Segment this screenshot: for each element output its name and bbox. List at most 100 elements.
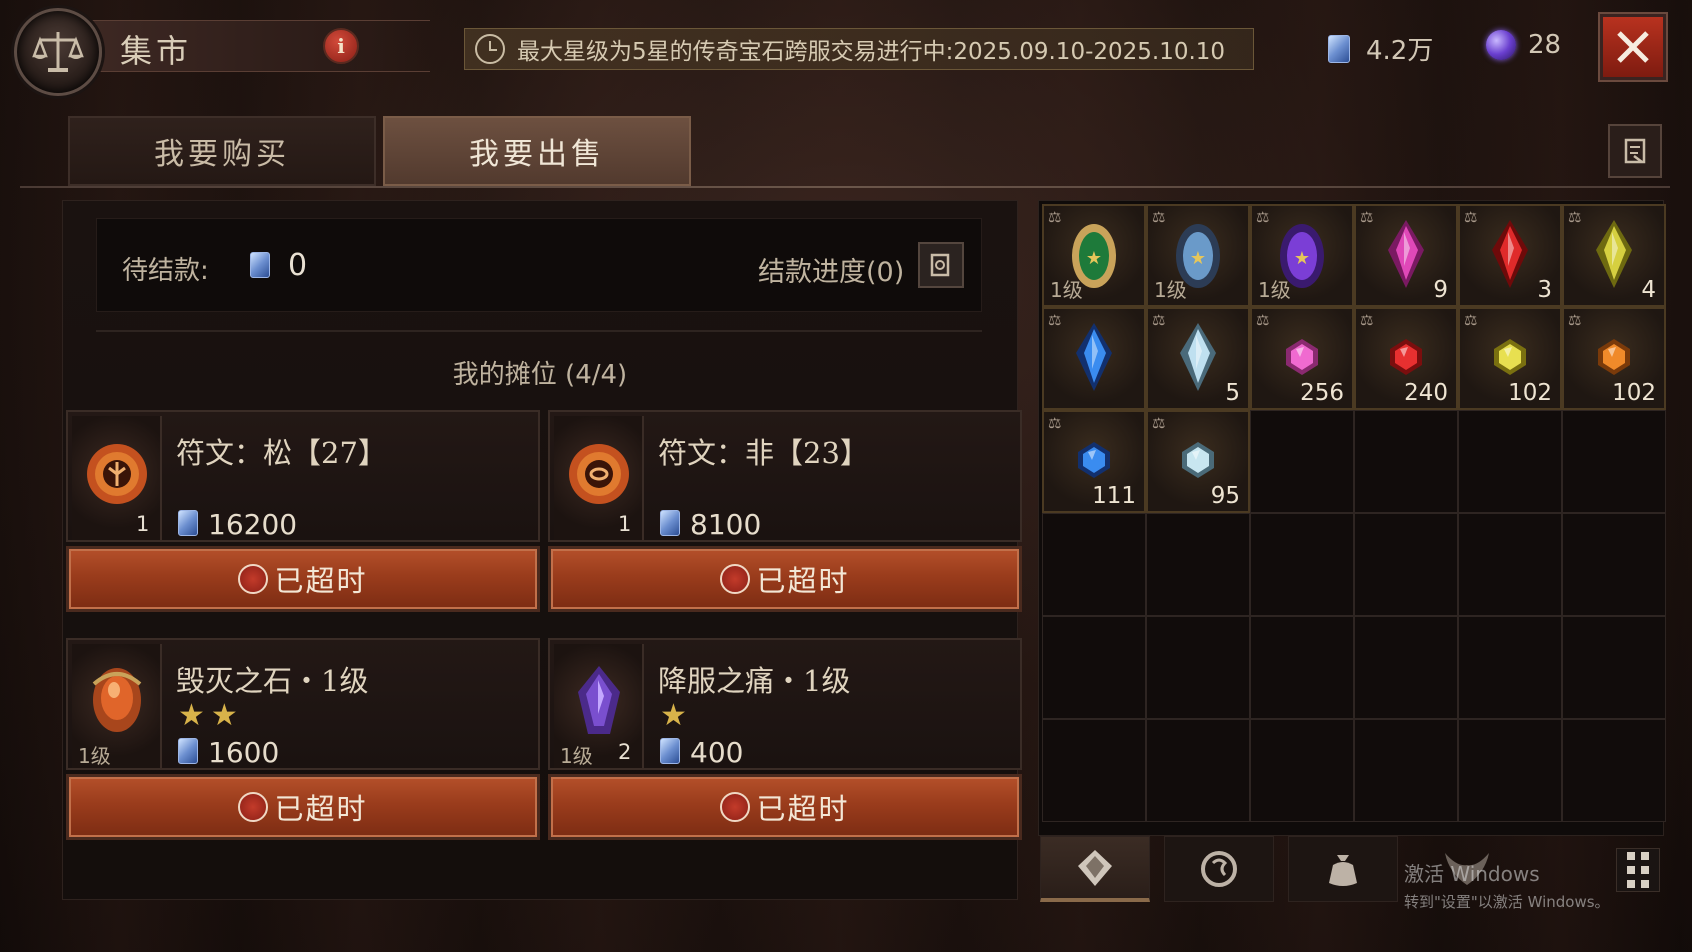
tradeable-icon: ⚖	[1256, 311, 1270, 329]
stall-card[interactable]: 1 符文：非【23】 8100	[548, 410, 1022, 542]
tradeable-icon: ⚖	[1568, 208, 1582, 226]
records-button[interactable]	[1608, 124, 1662, 178]
clock-icon	[475, 34, 505, 64]
orb-amount: 28	[1528, 30, 1562, 60]
item-quantity: 2	[618, 740, 632, 764]
inventory-slot-empty[interactable]	[1146, 719, 1250, 822]
item-count: 3	[1537, 277, 1552, 303]
grid-dot	[1627, 852, 1635, 860]
bag-category-tab[interactable]	[1288, 836, 1398, 902]
item-level: 1级	[1154, 278, 1187, 302]
bag-category-icon	[1329, 855, 1357, 886]
item-count: 256	[1300, 380, 1344, 406]
info-button[interactable]: i	[323, 28, 359, 64]
inventory-slot-empty[interactable]	[1458, 719, 1562, 822]
inventory-slot-pink-crystal[interactable]: ⚖ 9	[1354, 204, 1458, 307]
grid-dot	[1627, 880, 1635, 888]
platinum-icon	[250, 252, 270, 278]
inventory-slot-empty[interactable]	[1042, 513, 1146, 616]
inventory-slot-legendary-purple[interactable]: ⚖ ★ 1级	[1250, 204, 1354, 307]
tradeable-icon: ⚖	[1568, 311, 1582, 329]
item-count: 95	[1210, 483, 1240, 509]
stall-card[interactable]: 1级 毁灭之石・1级 ★★ 1600	[66, 638, 540, 770]
grid-menu-button[interactable]	[1616, 848, 1660, 892]
inventory-slot-red-crystal[interactable]: ⚖ 3	[1458, 204, 1562, 307]
inventory-slot-empty[interactable]	[1562, 719, 1666, 822]
expired-button[interactable]: 已超时	[66, 546, 540, 612]
inventory-slot-empty[interactable]	[1354, 616, 1458, 719]
inventory-slot-empty[interactable]	[1250, 719, 1354, 822]
grid-dot	[1641, 852, 1649, 860]
tradeable-icon: ⚖	[1152, 311, 1166, 329]
windows-activation-watermark: 激活 Windows 转到"设置"以激活 Windows。	[1404, 858, 1610, 912]
expired-button[interactable]: 已超时	[548, 774, 1022, 840]
tradeable-icon: ⚖	[1048, 311, 1062, 329]
inventory-slot-empty[interactable]	[1354, 410, 1458, 513]
status-label: 已超时	[756, 564, 850, 598]
tab-sell[interactable]: 我要出售	[383, 116, 691, 186]
pending-label: 待结款:	[122, 256, 209, 286]
settlement-progress-button[interactable]	[918, 242, 964, 288]
status-label: 已超时	[274, 564, 368, 598]
inventory-slot-yellow-crystal[interactable]: ⚖ 4	[1562, 204, 1666, 307]
item-quantity: 1	[618, 512, 632, 536]
inventory-slot-empty[interactable]	[1354, 513, 1458, 616]
tradeable-icon: ⚖	[1048, 414, 1062, 432]
item-name: 毁灭之石・1级	[176, 664, 369, 698]
tradeable-icon: ⚖	[1152, 208, 1166, 226]
grid-dot	[1627, 866, 1635, 874]
inventory-grid: ⚖ ★ 1级 ⚖ ★ 1级 ⚖ ★ 1级 ⚖ 9 ⚖ 3 ⚖ 4 ⚖ ⚖ 5 ⚖ 256 ⚖ 240 ⚖ 102 ⚖ 102 ⚖ 11…	[1042, 204, 1666, 822]
inventory-slot-empty[interactable]	[1458, 513, 1562, 616]
gem-category-tab[interactable]	[1040, 836, 1150, 902]
inventory-slot-white-crystal[interactable]: ⚖ 5	[1146, 307, 1250, 410]
close-button[interactable]	[1600, 14, 1666, 80]
inventory-slot-empty[interactable]	[1146, 616, 1250, 719]
inventory-slot-empty[interactable]	[1458, 616, 1562, 719]
inventory-slot-empty[interactable]	[1042, 616, 1146, 719]
alert-icon	[238, 792, 269, 822]
inventory-slot-empty[interactable]	[1250, 410, 1354, 513]
item-price: 1600	[208, 736, 280, 769]
inventory-slot-empty[interactable]	[1146, 513, 1250, 616]
expired-button[interactable]: 已超时	[66, 774, 540, 840]
announcement-bar: 最大星级为5星的传奇宝石跨服交易进行中:2025.09.10-2025.10.1…	[464, 28, 1254, 70]
inventory-slot-blue-gem[interactable]: ⚖ 111	[1042, 410, 1146, 513]
stall-slot-4: 1级 2 降服之痛・1级 ★ 400 已超时	[548, 638, 1022, 840]
orb-icon	[1486, 30, 1516, 60]
inventory-slot-empty[interactable]	[1562, 616, 1666, 719]
alert-icon	[238, 564, 269, 594]
inventory-slot-empty[interactable]	[1354, 719, 1458, 822]
expired-button[interactable]: 已超时	[548, 546, 1022, 612]
inventory-slot-legendary-blue[interactable]: ⚖ ★ 1级	[1146, 204, 1250, 307]
red-gem-icon	[1390, 338, 1422, 375]
tab-buy[interactable]: 我要购买	[68, 116, 376, 186]
stall-card[interactable]: 1级 2 降服之痛・1级 ★ 400	[548, 638, 1022, 770]
tradeable-icon: ⚖	[1464, 311, 1478, 329]
platinum-currency: 4.2万	[1328, 30, 1433, 67]
inventory-slot-empty[interactable]	[1042, 719, 1146, 822]
inventory-slot-pink-gem[interactable]: ⚖ 256	[1250, 307, 1354, 410]
item-count: 5	[1225, 380, 1240, 406]
item-price: 8100	[690, 508, 762, 541]
inventory-slot-empty[interactable]	[1250, 513, 1354, 616]
inventory-slot-empty[interactable]	[1562, 410, 1666, 513]
inventory-slot-blue-crystal[interactable]: ⚖	[1042, 307, 1146, 410]
inventory-slot-red-gem[interactable]: ⚖ 240	[1354, 307, 1458, 410]
alert-icon	[720, 792, 751, 822]
inventory-slot-orange-gem[interactable]: ⚖ 102	[1562, 307, 1666, 410]
my-stalls-title: 我的摊位 (4/4)	[452, 360, 628, 390]
yellow-crystal-icon	[1596, 219, 1632, 288]
pending-amount: 0	[288, 248, 308, 283]
platinum-icon	[1328, 34, 1350, 63]
rune-category-tab[interactable]	[1164, 836, 1274, 902]
gem-category-icon	[1078, 849, 1112, 886]
inventory-slot-yellow-gem[interactable]: ⚖ 102	[1458, 307, 1562, 410]
inventory-slot-white-gem[interactable]: ⚖ 95	[1146, 410, 1250, 513]
stall-card[interactable]: 1 符文：松【27】 16200	[66, 410, 540, 542]
inventory-slot-legendary-green[interactable]: ⚖ ★ 1级	[1042, 204, 1146, 307]
inventory-slot-empty[interactable]	[1562, 513, 1666, 616]
inventory-slot-empty[interactable]	[1458, 410, 1562, 513]
blue-gem-icon	[1078, 441, 1110, 478]
inventory-slot-empty[interactable]	[1250, 616, 1354, 719]
tradeable-icon: ⚖	[1360, 311, 1374, 329]
